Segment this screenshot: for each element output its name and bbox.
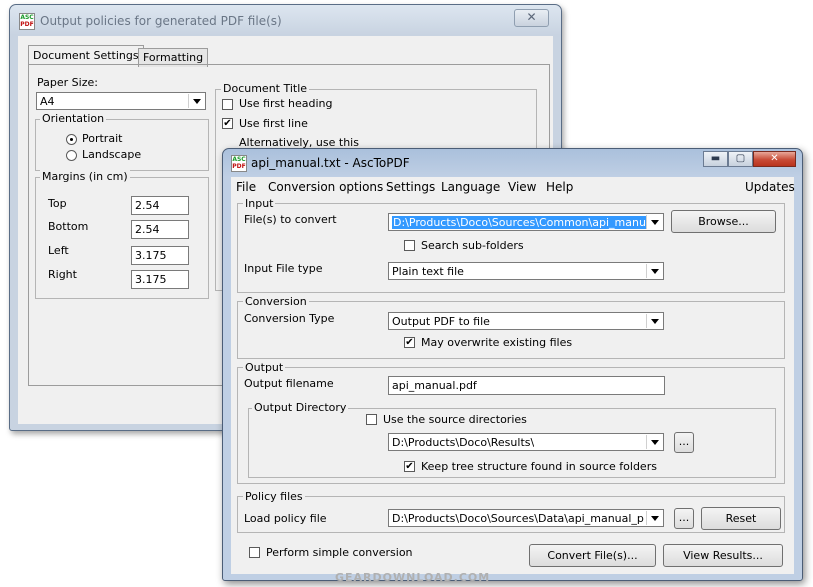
chevron-down-icon — [188, 94, 204, 108]
output-group-label: Output — [243, 361, 286, 374]
margin-right-input[interactable]: 3.175 — [131, 270, 189, 289]
output-directory-browse-button[interactable]: ... — [674, 432, 694, 453]
input-file-type-label: Input File type — [244, 262, 323, 275]
portrait-radio[interactable] — [66, 134, 77, 145]
close-icon[interactable]: ✕ — [753, 151, 796, 167]
input-group-label: Input — [243, 197, 276, 210]
orientation-group — [35, 119, 209, 171]
search-subfolders-checkbox[interactable] — [404, 240, 415, 251]
convert-files-button[interactable]: Convert File(s)... — [529, 544, 656, 567]
close-icon[interactable]: ✕ — [514, 9, 549, 27]
input-file-type-value: Plain text file — [392, 265, 464, 278]
simple-conversion-checkbox[interactable] — [249, 547, 260, 558]
chevron-down-icon — [646, 435, 662, 449]
app-icon: ASC PDF — [231, 155, 247, 172]
chevron-down-icon — [646, 511, 662, 525]
output-filename-input[interactable]: api_manual.pdf — [388, 376, 665, 395]
overwrite-label: May overwrite existing files — [421, 336, 573, 349]
paper-size-select[interactable]: A4 — [36, 92, 206, 110]
menu-settings[interactable]: Settings — [386, 180, 435, 194]
output-filename-label: Output filename — [244, 377, 334, 390]
reset-button[interactable]: Reset — [701, 507, 781, 530]
document-title-label: Document Title — [221, 82, 310, 95]
margin-bottom-input[interactable]: 2.54 — [131, 220, 189, 239]
conversion-type-label: Conversion Type — [244, 312, 335, 325]
use-first-heading-label: Use first heading — [239, 97, 333, 110]
use-source-dirs-checkbox[interactable] — [366, 414, 377, 425]
conversion-group — [237, 301, 785, 359]
margin-left-input[interactable]: 3.175 — [131, 246, 189, 265]
window-title: api_manual.txt - AscToPDF — [251, 156, 410, 170]
overwrite-checkbox[interactable]: ✔ — [404, 337, 415, 348]
files-to-convert-select[interactable]: D:\Products\Doco\Sources\Common\api_manu… — [388, 213, 664, 231]
chevron-down-icon — [646, 314, 662, 328]
landscape-label: Landscape — [82, 148, 142, 161]
use-first-heading-checkbox[interactable] — [222, 99, 233, 110]
menu-language[interactable]: Language — [441, 180, 500, 194]
simple-conversion-label: Perform simple conversion — [266, 546, 413, 559]
minimize-icon[interactable]: ▬ — [703, 151, 728, 167]
paper-size-label: Paper Size: — [37, 76, 98, 89]
paper-size-value: A4 — [40, 95, 55, 108]
browse-button[interactable]: Browse... — [671, 210, 776, 233]
use-source-dirs-label: Use the source directories — [383, 413, 527, 426]
landscape-radio[interactable] — [66, 150, 77, 161]
chevron-down-icon — [646, 264, 662, 278]
menu-bar: File Conversion options Settings Languag… — [231, 177, 795, 196]
load-policy-label: Load policy file — [244, 512, 327, 525]
menu-help[interactable]: Help — [546, 180, 573, 194]
files-to-convert-label: File(s) to convert — [244, 213, 337, 226]
app-icon: ASC PDF — [19, 13, 35, 30]
menu-view[interactable]: View — [508, 180, 536, 194]
maximize-icon[interactable]: ▢ — [728, 151, 753, 167]
view-results-button[interactable]: View Results... — [663, 544, 783, 567]
conversion-type-value: Output PDF to file — [392, 315, 490, 328]
load-policy-select[interactable]: D:\Products\Doco\Sources\Data\api_manual… — [388, 509, 664, 527]
search-subfolders-label: Search sub-folders — [421, 239, 524, 252]
main-client: Input File(s) to convert D:\Products\Doc… — [231, 196, 794, 574]
margin-top-label: Top — [48, 197, 67, 210]
output-directory-select[interactable]: D:\Products\Doco\Results\ — [388, 433, 664, 451]
menu-updates[interactable]: Updates — [745, 180, 795, 194]
conversion-group-label: Conversion — [243, 295, 309, 308]
conversion-type-select[interactable]: Output PDF to file — [388, 312, 664, 330]
input-file-type-select[interactable]: Plain text file — [388, 262, 664, 280]
tab-document-settings[interactable]: Document Settings — [28, 45, 144, 66]
use-first-line-checkbox[interactable]: ✔ — [222, 118, 233, 129]
portrait-label: Portrait — [82, 132, 123, 145]
asctopdf-window: ASC PDF api_manual.txt - AscToPDF ▬ ▢ ✕ F… — [222, 148, 803, 581]
policy-files-group-label: Policy files — [243, 490, 305, 503]
margin-left-label: Left — [48, 244, 69, 257]
orientation-label: Orientation — [40, 112, 107, 125]
watermark: GEARDOWNLOAD.COM — [335, 571, 491, 584]
margins-label: Margins (in cm) — [40, 170, 130, 183]
menu-file[interactable]: File — [236, 180, 256, 194]
window-title: Output policies for generated PDF file(s… — [40, 14, 282, 28]
output-directory-value: D:\Products\Doco\Results\ — [392, 436, 535, 449]
load-policy-value: D:\Products\Doco\Sources\Data\api_manual… — [392, 512, 644, 525]
margin-right-label: Right — [48, 268, 77, 281]
keep-tree-checkbox[interactable]: ✔ — [404, 461, 415, 472]
margin-bottom-label: Bottom — [48, 220, 89, 233]
use-first-line-label: Use first line — [239, 117, 308, 130]
keep-tree-label: Keep tree structure found in source fold… — [421, 460, 657, 473]
output-directory-label: Output Directory — [252, 401, 349, 414]
files-to-convert-value: D:\Products\Doco\Sources\Common\api_manu… — [392, 216, 646, 229]
policy-browse-button[interactable]: ... — [674, 508, 694, 529]
margin-top-input[interactable]: 2.54 — [131, 196, 189, 215]
chevron-down-icon — [646, 215, 662, 229]
menu-conversion-options[interactable]: Conversion options — [268, 180, 383, 194]
